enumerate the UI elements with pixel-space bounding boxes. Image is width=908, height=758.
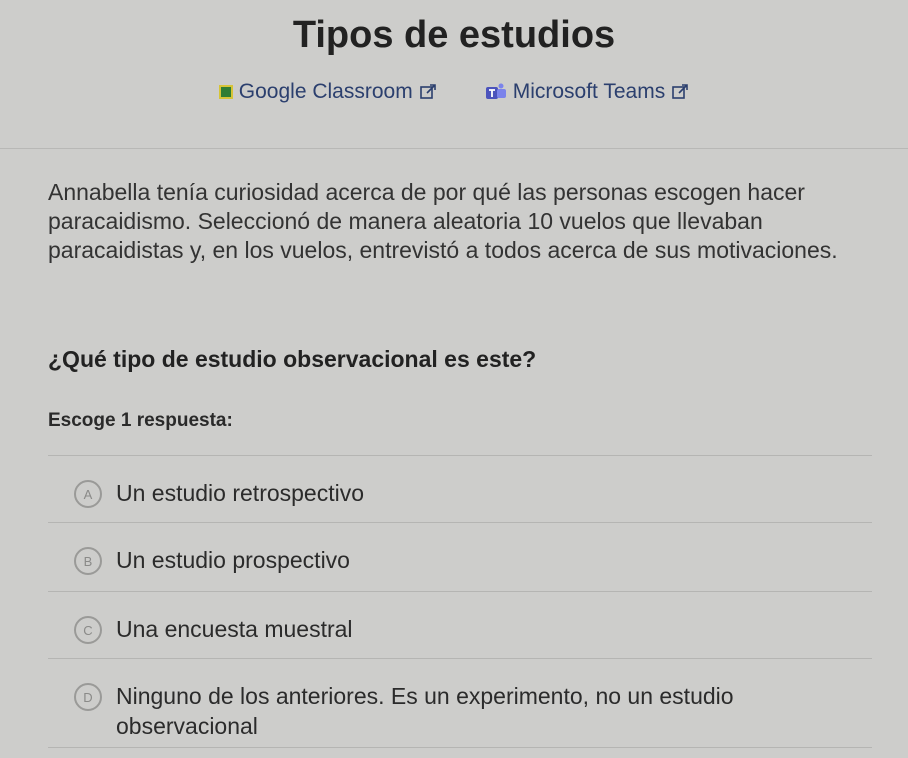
- answer-choices: A Un estudio retrospectivo B Un estudio …: [48, 455, 872, 748]
- choice-letter: D: [74, 683, 102, 711]
- google-classroom-icon: [218, 85, 233, 99]
- question-text: ¿Qué tipo de estudio observacional es es…: [48, 346, 537, 372]
- problem-passage: Annabella tenía curiosidad acerca de por…: [48, 179, 838, 263]
- external-link-icon: [671, 83, 689, 101]
- choice-letter: B: [74, 547, 102, 575]
- answer-instruction: Escoge 1 respuesta:: [48, 410, 233, 431]
- choice-text: Una encuesta muestral: [116, 616, 353, 642]
- choice-letter: C: [74, 616, 102, 644]
- choice-divider: [48, 747, 872, 748]
- google-classroom-link[interactable]: Google Classroom: [218, 80, 437, 104]
- microsoft-teams-icon: [485, 83, 507, 101]
- page-title: Tipos de estudios: [292, 14, 616, 56]
- choice-a[interactable]: A Un estudio retrospectivo: [48, 456, 872, 522]
- share-links: Google Classroom Microsoft Teams: [0, 80, 908, 104]
- choice-b[interactable]: B Un estudio prospectivo: [48, 523, 872, 591]
- choice-text: Un estudio retrospectivo: [116, 480, 365, 506]
- choice-d[interactable]: D Ninguno de los anteriores. Es un exper…: [48, 659, 872, 747]
- choice-text: Un estudio prospectivo: [116, 547, 350, 573]
- google-classroom-label: Google Classroom: [238, 80, 413, 103]
- choice-c[interactable]: C Una encuesta muestral: [48, 592, 872, 658]
- choice-text: Ninguno de los anteriores. Es un experim…: [116, 683, 734, 739]
- choice-letter: A: [74, 480, 102, 508]
- external-link-icon: [419, 83, 437, 101]
- microsoft-teams-label: Microsoft Teams: [512, 80, 666, 103]
- microsoft-teams-link[interactable]: Microsoft Teams: [485, 80, 690, 104]
- exercise-page: Tipos de estudios Google Classroom Micro…: [0, 0, 908, 758]
- header-divider: [0, 148, 908, 149]
